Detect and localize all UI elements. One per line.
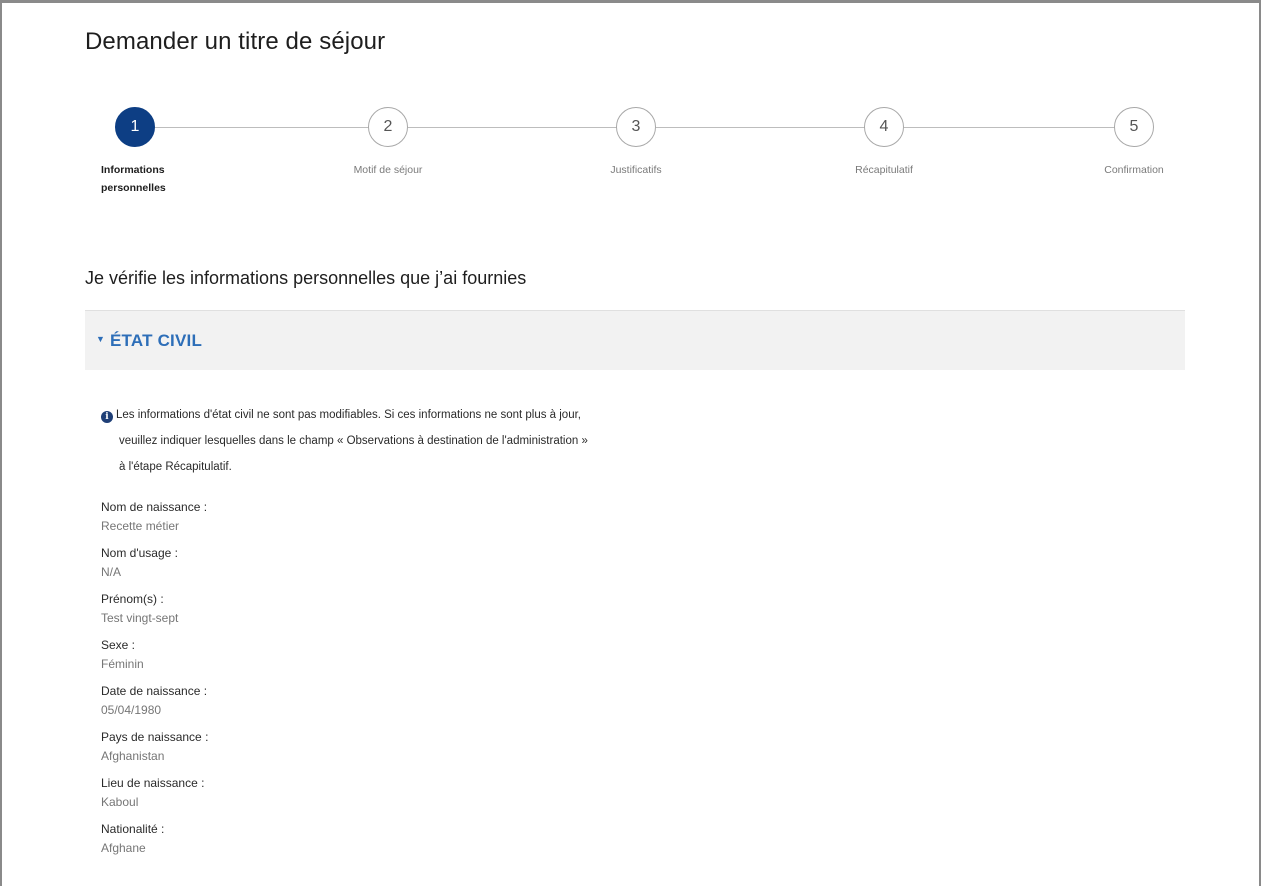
step-1-label-line1: Informations bbox=[101, 164, 165, 176]
info-line-3: à l'étape Récapitulatif. bbox=[119, 461, 232, 473]
accordion-etat-civil[interactable]: ▼ ÉTAT CIVIL bbox=[85, 310, 1185, 370]
info-line-1: i Les informations d'état civil ne sont p… bbox=[101, 402, 681, 428]
step-4-circle: 4 bbox=[864, 107, 904, 147]
step-1-circle: 1 bbox=[115, 107, 155, 147]
field-label: Nom d'usage : bbox=[101, 546, 178, 560]
caret-down-icon: ▼ bbox=[96, 334, 105, 344]
field-label: Sexe : bbox=[101, 638, 136, 652]
field-value: Recette métier bbox=[101, 519, 180, 533]
section-title: Je vérifie les informations personnelles… bbox=[85, 268, 527, 288]
info-line-2: veuillez indiquer lesquelles dans le cha… bbox=[119, 435, 588, 447]
field-label: Nationalité : bbox=[101, 822, 165, 836]
step-connector bbox=[656, 127, 866, 128]
progress-stepper: 1 2 3 4 5 Informations personnelles Moti… bbox=[0, 0, 1261, 210]
field-label: Prénom(s) : bbox=[101, 592, 164, 606]
step-connector bbox=[408, 127, 618, 128]
step-2-circle: 2 bbox=[368, 107, 408, 147]
field-pays-naissance: Pays de naissance : Afghanistan bbox=[101, 727, 208, 773]
step-1-label: Informations personnelles bbox=[101, 161, 211, 197]
field-value: Féminin bbox=[101, 657, 144, 671]
field-prenoms: Prénom(s) : Test vingt-sept bbox=[101, 589, 208, 635]
step-1-label-line2: personnelles bbox=[101, 182, 166, 194]
field-value: Afghanistan bbox=[101, 749, 165, 763]
field-value: Afghane bbox=[101, 841, 146, 855]
civil-status-fields: Nom de naissance : Recette métier Nom d'… bbox=[101, 497, 208, 865]
field-label: Date de naissance : bbox=[101, 684, 208, 698]
step-3-label: Justificatifs bbox=[610, 164, 662, 176]
field-date-naissance: Date de naissance : 05/04/1980 bbox=[101, 681, 208, 727]
step-5-circle: 5 bbox=[1114, 107, 1154, 147]
step-connector bbox=[155, 127, 370, 128]
step-5-label: Confirmation bbox=[1104, 164, 1164, 176]
field-value: N/A bbox=[101, 565, 122, 579]
field-value: 05/04/1980 bbox=[101, 703, 162, 717]
step-connector bbox=[904, 127, 1116, 128]
info-notice: i Les informations d'état civil ne sont p… bbox=[101, 402, 681, 480]
info-text-1: Les informations d'état civil ne sont pa… bbox=[116, 409, 581, 421]
step-4-label: Récapitulatif bbox=[855, 164, 913, 176]
step-3-circle: 3 bbox=[616, 107, 656, 147]
field-lieu-naissance: Lieu de naissance : Kaboul bbox=[101, 773, 208, 819]
field-label: Lieu de naissance : bbox=[101, 776, 205, 790]
field-nationalite: Nationalité : Afghane bbox=[101, 819, 208, 865]
step-2-label: Motif de séjour bbox=[353, 164, 423, 176]
field-sexe: Sexe : Féminin bbox=[101, 635, 208, 681]
info-icon: i bbox=[101, 411, 113, 423]
field-value: Kaboul bbox=[101, 795, 139, 809]
field-label: Nom de naissance : bbox=[101, 500, 208, 514]
accordion-title[interactable]: ÉTAT CIVIL bbox=[110, 331, 202, 351]
field-label: Pays de naissance : bbox=[101, 730, 209, 744]
field-nom-usage: Nom d'usage : N/A bbox=[101, 543, 208, 589]
field-value: Test vingt-sept bbox=[101, 611, 179, 625]
field-nom-naissance: Nom de naissance : Recette métier bbox=[101, 497, 208, 543]
